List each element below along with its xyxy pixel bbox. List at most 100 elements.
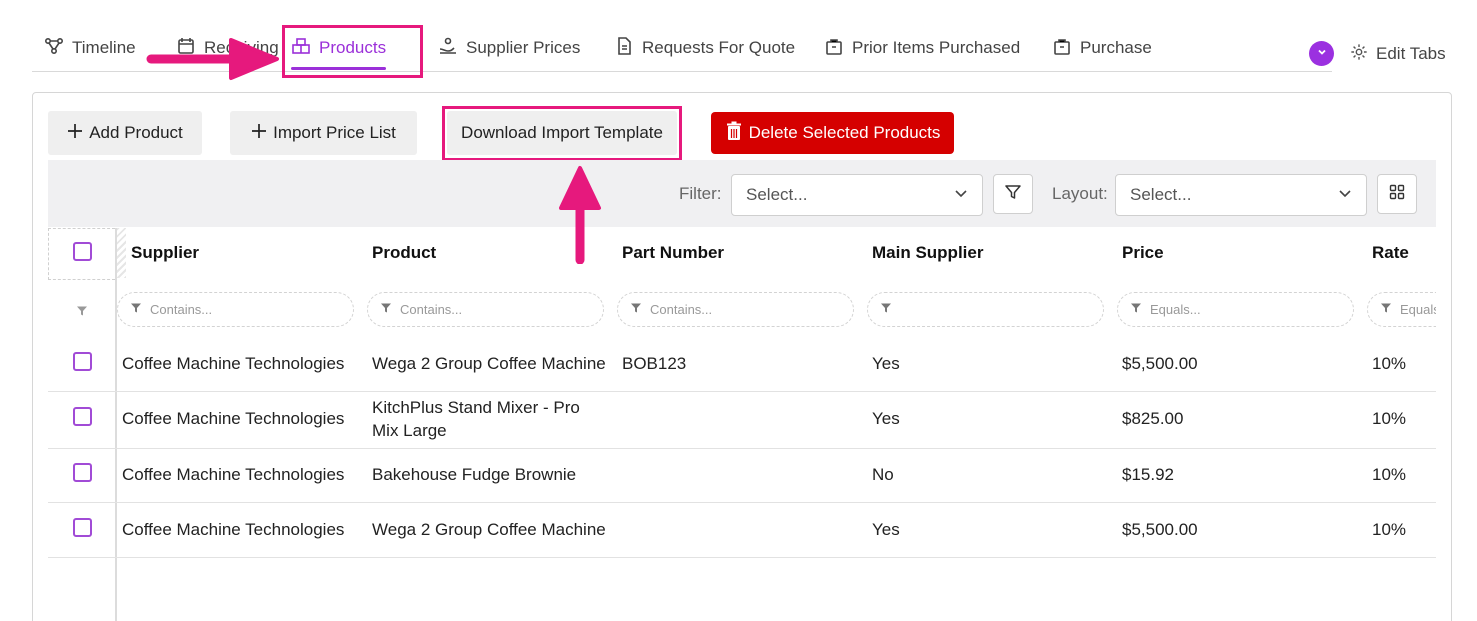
active-tab-indicator [291,67,387,70]
tab-requests-for-quote[interactable]: Requests For Quote [614,24,795,72]
edit-tabs-button[interactable]: Edit Tabs [1350,40,1446,68]
column-header-supplier[interactable]: Supplier [131,243,199,263]
column-header-price[interactable]: Price [1122,243,1164,263]
filter-input-supplier[interactable]: Contains... [117,292,354,327]
chevron-down-icon [1338,185,1352,205]
tab-label: Supplier Prices [466,38,581,57]
import-price-list-button[interactable]: Import Price List [230,111,417,155]
chevron-down-icon [1316,45,1328,63]
column-header-main-supplier[interactable]: Main Supplier [872,243,983,263]
cell-supplier: Coffee Machine Technologies [122,520,345,539]
cell-supplier: Coffee Machine Technologies [122,354,345,373]
delete-selected-products-button[interactable]: Delete Selected Products [711,112,954,154]
tab-purchase[interactable]: Purchase [1052,24,1152,72]
filter-placeholder: Equals... [1400,302,1436,317]
tab-prior-items-purchased[interactable]: Prior Items Purchased [824,24,1020,72]
tab-receiving[interactable]: Receiving [176,24,279,72]
cell-product: Bakehouse Fudge Brownie [372,465,577,484]
column-chooser-button[interactable] [1377,174,1417,214]
trash-icon [725,121,743,146]
filter-placeholder: Contains... [650,302,713,317]
funnel-icon [630,302,642,317]
cell-part-number: BOB123 [622,354,687,373]
filter-row-icon [76,304,88,322]
layout-select-value: Select... [1130,185,1192,204]
cell-product: Wega 2 Group Coffee Machine [372,520,606,539]
tab-bar: Timeline Receiving Products Supplier Pri… [32,24,1332,72]
tab-label: Requests For Quote [642,38,796,57]
row-divider [48,557,1436,558]
gear-icon [1350,43,1368,66]
more-tabs-button[interactable] [1309,41,1334,66]
tab-label: Products [319,38,387,57]
cell-main-supplier: No [872,465,894,484]
download-import-template-button[interactable]: Download Import Template [447,111,677,155]
grid-layout-icon [1389,184,1405,205]
add-product-label: Add Product [89,123,183,142]
bag-icon [1052,36,1072,61]
cell-price: $825.00 [1122,409,1184,428]
select-all-checkbox[interactable] [73,242,92,261]
supplier-prices-icon [438,36,458,61]
column-resize-hatch [117,228,126,278]
row-divider [48,502,1436,503]
column-header-part-number[interactable]: Part Number [622,243,724,263]
row-checkbox[interactable] [73,463,92,482]
document-icon [614,36,634,61]
funnel-icon [380,302,392,317]
cell-product: KitchPlus Stand Mixer - Pro Mix Large [372,398,580,440]
layout-select[interactable]: Select... [1115,174,1367,216]
tab-label: Purchase [1080,38,1152,57]
tab-supplier-prices[interactable]: Supplier Prices [438,24,580,72]
cell-rate: 10% [1372,409,1407,428]
receiving-icon [176,36,196,61]
tab-timeline[interactable]: Timeline [44,24,136,72]
cell-rate: 10% [1372,354,1407,373]
row-checkbox[interactable] [73,407,92,426]
row-divider [48,448,1436,449]
layout-label: Layout: [1052,184,1108,203]
plus-icon [67,123,83,144]
filter-input-part-number[interactable]: Contains... [617,292,854,327]
timeline-icon [44,36,64,61]
cell-product: Wega 2 Group Coffee Machine [372,354,606,373]
row-divider [48,391,1436,392]
cell-supplier: Coffee Machine Technologies [122,409,345,428]
filter-input-rate[interactable]: Equals... [1367,292,1436,327]
filter-label: Filter: [679,184,722,203]
filter-input-price[interactable]: Equals... [1117,292,1354,327]
plus-icon [251,123,267,144]
funnel-icon [1380,302,1392,317]
column-header-product[interactable]: Product [372,243,436,263]
delete-selected-label: Delete Selected Products [748,123,941,142]
row-checkbox[interactable] [73,518,92,537]
row-checkbox[interactable] [73,352,92,371]
funnel-icon [130,302,142,317]
tab-products[interactable]: Products [291,24,387,72]
bag-icon [824,36,844,61]
filter-placeholder: Equals... [1150,302,1201,317]
cell-main-supplier: Yes [872,520,900,539]
column-header-rate[interactable]: Rate [1372,243,1409,263]
cell-rate: 10% [1372,465,1407,484]
cell-price: $5,500.00 [1122,520,1198,539]
filter-input-main-supplier[interactable] [867,292,1104,327]
funnel-icon [1130,302,1142,317]
edit-tabs-label: Edit Tabs [1376,44,1446,63]
filter-select-value: Select... [746,185,808,204]
download-import-template-label: Download Import Template [461,123,663,142]
products-icon [291,36,311,61]
tab-label: Prior Items Purchased [852,38,1021,57]
filter-select[interactable]: Select... [731,174,983,216]
chevron-down-icon [954,185,968,205]
cell-price: $15.92 [1122,465,1174,484]
cell-main-supplier: Yes [872,354,900,373]
add-product-button[interactable]: Add Product [48,111,202,155]
tab-label: Receiving [204,38,279,57]
filter-input-product[interactable]: Contains... [367,292,604,327]
filter-button[interactable] [993,174,1033,214]
cell-rate: 10% [1372,520,1407,539]
funnel-icon [880,302,892,317]
grid-divider [115,228,117,621]
funnel-icon [1004,183,1022,206]
